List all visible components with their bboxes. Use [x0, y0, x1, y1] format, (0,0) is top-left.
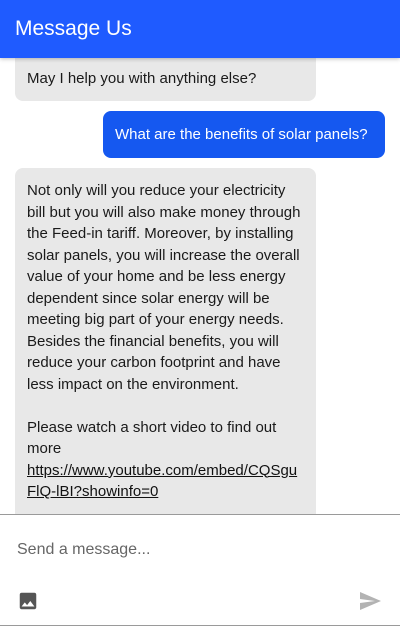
user-message: What are the benefits of solar panels?	[103, 111, 385, 158]
video-link[interactable]: https://www.youtube.com/embed/CQSguFlQ-l…	[27, 462, 297, 501]
chat-window: Message Us May I help you with anything …	[0, 0, 400, 626]
chat-title: Message Us	[15, 17, 132, 40]
message-list[interactable]: May I help you with anything else? What …	[0, 58, 400, 514]
video-prompt-text: Please watch a short video to find out m…	[27, 418, 277, 458]
message-input[interactable]	[17, 539, 377, 561]
user-message-text: What are the benefits of solar panels?	[115, 126, 368, 143]
chat-header: Message Us	[0, 0, 400, 58]
send-icon	[360, 592, 381, 610]
image-icon	[19, 592, 37, 610]
bot-message-text: May I help you with anything else?	[27, 70, 257, 87]
bot-message: May I help you with anything else?	[15, 58, 316, 101]
bot-message-text: Not only will you reduce your electricit…	[27, 182, 301, 393]
message-composer	[0, 514, 400, 626]
attach-image-button[interactable]	[16, 589, 40, 613]
bot-message: Not only will you reduce your electricit…	[15, 168, 316, 514]
send-button[interactable]	[356, 588, 384, 614]
